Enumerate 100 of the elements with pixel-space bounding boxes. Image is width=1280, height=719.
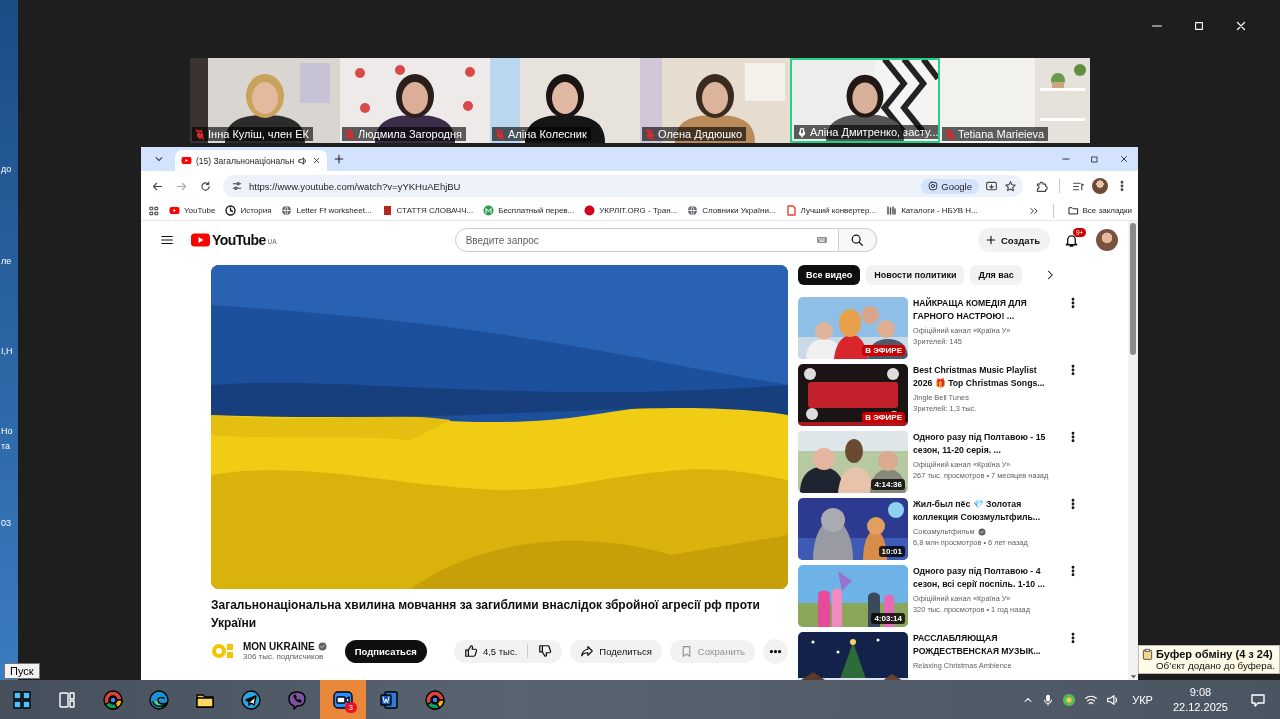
video-tile[interactable]: Інна Куліш, член ЕК	[190, 58, 340, 143]
clock-time[interactable]: 9:08	[1189, 684, 1212, 700]
filter-chip[interactable]: Все видео	[798, 265, 861, 285]
play-icon	[191, 233, 210, 247]
chrome-icon	[425, 689, 445, 710]
live-badge: В ЭФИРЕ	[862, 412, 905, 423]
taskbar-app[interactable]: 3	[320, 680, 366, 719]
video-title[interactable]: Одного разу під Полтавою - 15 сезон, 11-20 серія. ...	[913, 431, 1056, 457]
notification-title: Буфер обміну (4 з 24)	[1156, 648, 1274, 660]
folder-icon	[1067, 205, 1079, 216]
bookmark[interactable]: УКРЛІТ.ORG - Тран...	[584, 205, 678, 216]
desktop-icon-label[interactable]: ле	[1, 256, 12, 266]
participant-name: Інна Куліш, член ЕК	[208, 128, 309, 140]
video-tile[interactable]: Аліна Дмитренко, засту...	[790, 58, 940, 143]
video-title: Загальнонаціональна хвилина мовчання за загиблими внаслідок збройної агресії рф проти України	[211, 597, 761, 632]
all-bookmarks-button[interactable]: Все закладки	[1067, 205, 1132, 216]
clock-icon	[225, 205, 237, 216]
share-button[interactable]: Поделиться	[570, 639, 662, 663]
bookmark[interactable]: История	[225, 205, 272, 216]
participant-name: Олена Дядюшко	[658, 128, 743, 140]
bookmark[interactable]: Letter Ff worksheet...	[281, 205, 372, 216]
chevrons-icon[interactable]	[1028, 205, 1039, 216]
close-icon[interactable]	[312, 156, 321, 165]
lens-icon	[928, 181, 939, 191]
plus-icon[interactable]	[333, 153, 345, 165]
play-icon	[169, 205, 180, 216]
desktop-icon-label[interactable]: 03	[1, 518, 11, 528]
video-tile[interactable]: Tetiana Marieieva	[940, 58, 1090, 143]
video-tile[interactable]: Аліна Колесник	[490, 58, 640, 143]
video-tile[interactable]: Людмила Загородня	[340, 58, 490, 143]
create-button[interactable]: Создать	[977, 228, 1050, 252]
google-lens-chip[interactable]: Google	[921, 178, 979, 194]
video-tile[interactable]: Олена Дядюшко	[640, 58, 790, 143]
tray-app-icon[interactable]	[1062, 692, 1077, 707]
task-view-icon	[57, 689, 77, 710]
globe-icon	[687, 205, 699, 216]
thumbs-down-icon	[538, 644, 553, 658]
phone-bubble-icon	[287, 689, 307, 710]
sliders-icon[interactable]	[231, 180, 243, 192]
channel-name[interactable]: MON UKRAINE	[243, 641, 315, 652]
video-title[interactable]: РАССЛАБЛЯЮЩАЯ РОЖДЕСТВЕНСКАЯ МУЗЫК...	[913, 632, 1056, 658]
notification-badge: 3	[344, 702, 357, 713]
install-icon[interactable]	[985, 179, 998, 193]
document-icon	[379, 689, 399, 710]
more-button[interactable]	[763, 638, 788, 664]
filter-chip[interactable]: Новости политики	[866, 265, 965, 285]
bookmark[interactable]: Бесплатный перев...	[483, 205, 575, 216]
subscriber-count: 306 тыс. подписчиков	[243, 652, 325, 661]
video-title[interactable]: Best Christmas Music Playlist 2026 🎁 Top Christmas Songs...	[913, 364, 1056, 390]
subscribe-button[interactable]: Подписаться	[344, 639, 427, 663]
participant-name: Tetiana Marieieva	[958, 128, 1045, 140]
duration-badge: 4:14:36	[871, 479, 905, 490]
apps-icon[interactable]	[149, 205, 159, 216]
bookmark[interactable]: Словники України...	[687, 205, 776, 216]
browser-tab[interactable]: (15) Загальнонаціональн	[175, 150, 327, 171]
duration-badge: 10:01	[878, 546, 905, 557]
profile-avatar[interactable]	[1096, 229, 1118, 251]
puzzle-icon	[1034, 179, 1048, 193]
video-title[interactable]: НАЙКРАЩА КОМЕДІЯ ДЛЯ ГАРНОГО НАСТРОЮ! ...	[913, 297, 1056, 323]
search-field[interactable]: Введите запрос	[454, 228, 839, 252]
clipboard-icon	[1142, 648, 1153, 661]
bookmark[interactable]: Лучший конвертер...	[785, 205, 877, 216]
close-icon	[1118, 154, 1129, 164]
document-icon	[381, 205, 393, 216]
plus-icon	[984, 234, 997, 246]
share-icon	[580, 644, 595, 658]
bookmark[interactable]: СТАТТЯ СЛОВАЧЧ...	[381, 205, 474, 216]
star-icon[interactable]	[1004, 179, 1017, 193]
desktop-icon-label[interactable]: та	[1, 441, 11, 451]
search-button[interactable]	[838, 228, 877, 252]
video-title[interactable]: Жил-был пёс 💎 Золотая коллекция Союзмультфиль...	[913, 498, 1056, 524]
maximize-icon	[1090, 154, 1099, 164]
video-camera-icon	[333, 689, 353, 710]
desktop-icon-label[interactable]: до	[1, 164, 12, 174]
clock-date[interactable]: 22.12.2025	[1172, 699, 1228, 715]
clipboard-notification[interactable]: Буфер обміну (4 з 24) Об’єкт додано до буфера.	[1138, 645, 1280, 674]
notifications-icon[interactable]	[1250, 691, 1266, 708]
participant-name: Аліна Колесник	[508, 128, 587, 140]
thumbs-up-icon	[463, 644, 478, 658]
microphone-icon[interactable]	[1042, 692, 1055, 707]
live-badge: В ЭФИРЕ	[862, 345, 905, 356]
participant-name: Аліна Дмитренко, засту...	[810, 126, 938, 138]
filter-chip[interactable]: Для вас	[970, 265, 1022, 285]
bookmark[interactable]: YouTube	[169, 205, 216, 216]
desktop-icon-label[interactable]: І,Н	[1, 346, 13, 356]
video-title[interactable]: Одного разу під Полтавою - 4 сезон, всі серії поспіль. 1-10 ...	[913, 565, 1056, 591]
dot-icon	[584, 205, 596, 216]
bookmark[interactable]: Каталоги - НБУВ Н...	[886, 205, 978, 216]
address-bar[interactable]: https://www.youtube.com/watch?v=yYKHuAEhjBU Google	[223, 175, 1023, 197]
desktop-icon-label[interactable]: Но	[1, 426, 13, 436]
keyboard-icon[interactable]	[814, 234, 829, 246]
reload-icon	[198, 179, 212, 193]
language-indicator[interactable]: УКР	[1132, 693, 1153, 706]
participant-name: Людмила Загородня	[358, 128, 463, 140]
profile-avatar[interactable]	[1092, 178, 1108, 194]
scrollbar[interactable]	[1128, 221, 1138, 680]
start-tooltip: Пуск	[4, 663, 40, 679]
maximize-icon	[1193, 20, 1205, 32]
paper-plane-icon	[241, 689, 261, 710]
play-icon	[181, 155, 192, 166]
